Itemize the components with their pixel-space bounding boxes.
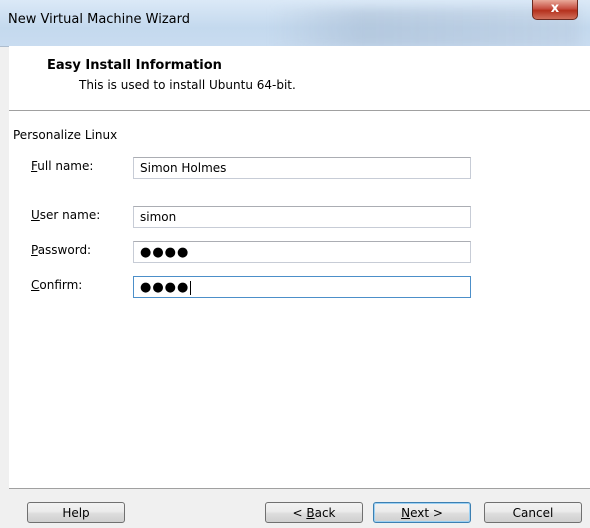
full-name-label: Full name: [31,159,93,173]
confirm-label-text: onfirm: [39,278,83,292]
back-button-label: ack [314,506,336,520]
next-button[interactable]: Next > [373,502,471,523]
page-title: Easy Install Information [47,58,222,73]
confirm-label: Confirm: [31,278,82,292]
full-name-value: Simon Holmes [140,161,227,175]
password-accesskey: P [31,243,38,257]
wizard-window: New Virtual Machine Wizard x Easy Instal… [0,0,590,528]
password-field[interactable]: ●●●● [133,241,471,263]
password-masked-value: ●●●● [140,245,190,260]
title-bar[interactable]: New Virtual Machine Wizard x [0,0,590,48]
user-name-accesskey: U [31,208,40,222]
user-name-label: User name: [31,208,100,222]
back-button[interactable]: < Back [265,502,363,523]
close-button[interactable]: x [532,0,578,20]
back-button-prefix: < [292,506,307,520]
text-caret [190,280,192,295]
full-name-field[interactable]: Simon Holmes [133,157,471,179]
help-button-label: Help [62,506,90,520]
next-button-accesskey: N [401,506,411,520]
window-title: New Virtual Machine Wizard [8,12,190,27]
page-subtitle: This is used to install Ubuntu 64-bit. [79,78,296,92]
user-name-value: simon [140,210,177,224]
confirm-masked-value: ●●●● [140,280,190,295]
section-label-personalize: Personalize Linux [13,128,118,142]
back-button-accesskey: B [306,506,315,520]
cancel-button-label: Cancel [512,506,554,520]
user-name-label-text: ser name: [39,208,101,222]
confirm-password-field[interactable]: ●●●● [133,276,471,298]
password-label-text: assword: [37,243,92,257]
user-name-field[interactable]: simon [133,206,471,228]
full-name-label-text: ull name: [37,159,94,173]
next-button-label: ext > [410,506,443,520]
close-icon: x [550,1,560,16]
wizard-header: Easy Install Information This is used to… [9,46,590,111]
help-button[interactable]: Help [27,502,125,523]
cancel-button[interactable]: Cancel [484,502,582,523]
password-label: Password: [31,243,91,257]
wizard-content: Personalize Linux Full name: Simon Holme… [9,111,590,489]
